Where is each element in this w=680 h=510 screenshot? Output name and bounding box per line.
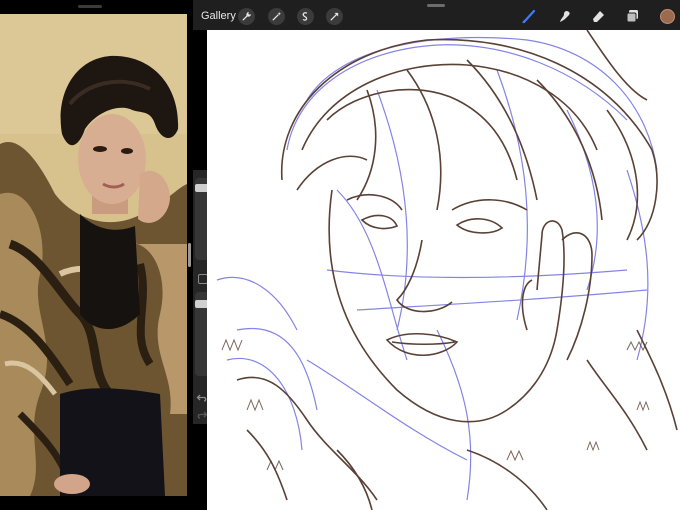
transform-arrow-icon[interactable] [326,8,343,25]
gallery-button[interactable]: Gallery [201,10,236,22]
layers-icon[interactable] [624,8,641,24]
reference-photo [0,14,187,496]
drawing-canvas[interactable] [207,30,680,510]
sketch-drawing [216,30,678,510]
top-handle[interactable] [427,4,445,7]
selection-icon[interactable] [297,8,314,25]
multitask-handle[interactable] [78,5,102,8]
reference-pane [0,0,187,510]
color-swatch[interactable] [660,9,675,24]
split-divider-handle[interactable] [188,243,191,267]
brush-icon[interactable] [521,8,538,24]
smudge-icon[interactable] [556,8,573,24]
wrench-icon[interactable] [238,8,255,25]
eraser-icon[interactable] [590,8,607,24]
magic-wand-icon[interactable] [268,8,285,25]
